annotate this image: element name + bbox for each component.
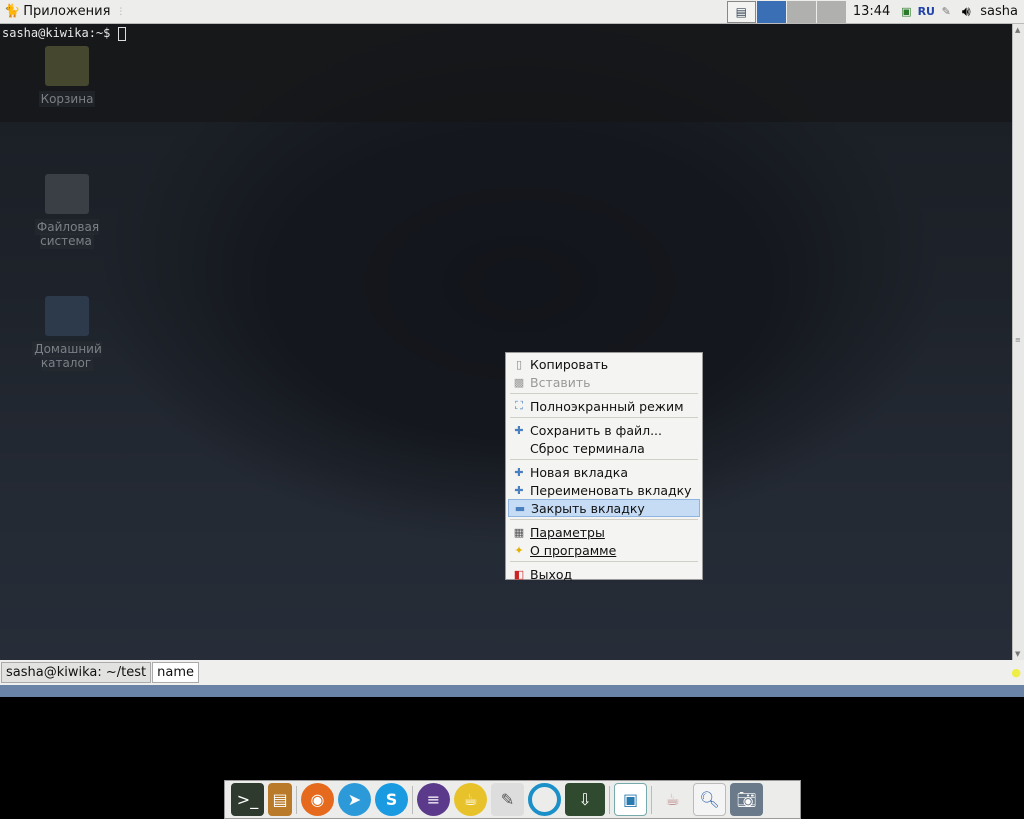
menu-item-fullscreen[interactable]: ⛶ Полноэкранный режим xyxy=(508,397,700,415)
menu-label: Копировать xyxy=(530,356,609,372)
star-icon: ✦ xyxy=(514,543,524,557)
menu-separator xyxy=(510,417,698,418)
terminal-icon[interactable]: >_ xyxy=(231,783,264,816)
terminal-prompt: sasha@kiwika:~$ xyxy=(2,26,118,40)
menu-item-copy[interactable]: ▯ Копировать xyxy=(508,355,700,373)
bulb-icon: ● xyxy=(1011,666,1021,679)
menu-separator xyxy=(510,561,698,562)
scroll-up-icon[interactable]: ▲ xyxy=(1015,26,1020,34)
menu-item-exit[interactable]: ◧ Выход xyxy=(508,565,700,583)
file-cabinet-icon[interactable]: ▤ xyxy=(268,783,292,816)
drive-icon xyxy=(45,174,89,214)
exit-icon: ◧ xyxy=(513,567,525,581)
workspace-2[interactable] xyxy=(756,0,786,23)
teacup-icon[interactable]: ☕ xyxy=(656,783,689,816)
network-icon[interactable]: ✎ xyxy=(936,3,956,21)
plus-icon: ✚ xyxy=(514,423,524,437)
menu-item-new-tab[interactable]: ✚ Новая вкладка xyxy=(508,463,700,481)
desktop-icon-label: Домашний каталог xyxy=(32,341,102,371)
firefox-icon[interactable]: ◉ xyxy=(301,783,334,816)
dock-separator xyxy=(609,785,610,814)
ubuntu-circle-icon[interactable] xyxy=(528,783,561,816)
menu-label: Переименовать вкладку xyxy=(530,482,692,498)
menu-label: О программе xyxy=(530,542,617,558)
eclipse-icon[interactable]: ≡ xyxy=(417,783,450,816)
menu-separator xyxy=(510,393,698,394)
paste-icon: ▩ xyxy=(513,375,525,389)
top-panel: 🐈 Приложения ⋮ ▤ 13:44 ▣ RU ✎ 🔊︎ sasha xyxy=(0,0,1024,24)
document-icon: ▤ xyxy=(735,4,747,19)
desktop-icon-label: Файловая система xyxy=(34,219,100,249)
terminal-cursor xyxy=(117,26,126,41)
workspace-1[interactable]: ▤ xyxy=(726,0,756,23)
home-folder-icon xyxy=(45,296,89,336)
system-tray: ▤ 13:44 ▣ RU ✎ 🔊︎ sasha xyxy=(726,0,1024,24)
menu-item-paste: ▩ Вставить xyxy=(508,373,700,391)
dock: >_ ▤ ◉ ➤ S ≡ ☕ ✎ ⇩ ▣ ☕ 🔍︎ 📷︎ xyxy=(224,780,801,819)
menu-item-save-to-file[interactable]: ✚ Сохранить в файл... xyxy=(508,421,700,439)
menu-label: Закрыть вкладку xyxy=(531,500,645,516)
terminal-line: sasha@kiwika:~$ xyxy=(2,26,1010,41)
menu-label: Выход xyxy=(530,566,573,582)
telegram-icon[interactable]: ➤ xyxy=(338,783,371,816)
keyboard-layout[interactable]: RU xyxy=(916,3,936,21)
trash-icon xyxy=(45,46,89,86)
apps-logo-icon: 🐈 xyxy=(4,4,21,19)
menu-item-about[interactable]: ✦ О программе xyxy=(508,541,700,559)
menu-label: Параметры xyxy=(530,524,605,540)
search-document-icon[interactable]: 🔍︎ xyxy=(693,783,726,816)
menu-label: Новая вкладка xyxy=(530,464,628,480)
volume-icon[interactable]: 🔊︎ xyxy=(956,3,976,21)
menu-item-rename-tab[interactable]: ✚ Переименовать вкладку xyxy=(508,481,700,499)
grip-icon: ⋮ xyxy=(116,6,126,17)
scroll-down-icon[interactable]: ▼ xyxy=(1015,650,1020,658)
fullscreen-icon: ⛶ xyxy=(515,399,523,412)
desktop-icon-label: Корзина xyxy=(38,91,96,107)
plus-icon: ✚ xyxy=(514,465,524,479)
tab-terminal[interactable]: sasha@kiwika: ~/test xyxy=(1,662,152,683)
teapot-icon[interactable]: ☕ xyxy=(454,783,487,816)
text-editor-icon[interactable]: ✎ xyxy=(491,783,524,816)
context-menu: ▯ Копировать ▩ Вставить ⛶ Полноэкранный реж… xyxy=(505,352,703,583)
menu-item-close-tab[interactable]: ▬ Закрыть вкладку xyxy=(508,499,700,517)
menu-separator xyxy=(510,519,698,520)
menu-label: Вставить xyxy=(530,374,591,390)
terminal-download-icon[interactable]: ⇩ xyxy=(565,783,605,816)
libreoffice-draw-icon[interactable]: ▣ xyxy=(614,783,647,816)
dock-separator xyxy=(412,785,413,814)
tab-name[interactable]: name xyxy=(152,662,199,683)
menu-item-preferences[interactable]: ▦ Параметры xyxy=(508,523,700,541)
update-icon[interactable]: ▣ xyxy=(896,3,916,21)
preferences-icon: ▦ xyxy=(513,525,525,539)
menu-label: Сброс терминала xyxy=(530,440,645,456)
workspace-4[interactable] xyxy=(816,0,846,23)
menu-item-reset-terminal[interactable]: Сброс терминала xyxy=(508,439,700,457)
desktop-icon-trash[interactable]: Корзина xyxy=(27,46,107,107)
copy-icon: ▯ xyxy=(515,357,523,371)
menu-separator xyxy=(510,459,698,460)
applications-label: Приложения xyxy=(23,4,111,19)
applications-menu[interactable]: 🐈 Приложения ⋮ xyxy=(0,4,125,19)
screenshot-icon[interactable]: 📷︎ xyxy=(730,783,763,816)
dock-separator xyxy=(651,785,652,814)
desktop-icon-filesystem[interactable]: Файловая система xyxy=(27,174,107,249)
clock[interactable]: 13:44 xyxy=(847,4,896,19)
desktop-icon-home[interactable]: Домашний каталог xyxy=(27,296,107,371)
menu-label: Сохранить в файл... xyxy=(530,422,663,438)
skype-icon[interactable]: S xyxy=(375,783,408,816)
dock-separator xyxy=(296,785,297,814)
plus-icon: ✚ xyxy=(514,483,524,497)
scroll-grip-icon[interactable]: ≡ xyxy=(1015,336,1021,344)
terminal-scrollbar[interactable]: ▲ ≡ ▼ xyxy=(1012,24,1024,660)
user-name[interactable]: sasha xyxy=(976,4,1024,19)
terminal-tab-bar: sasha@kiwika: ~/test name ● xyxy=(0,660,1024,685)
menu-label: Полноэкранный режим xyxy=(530,398,684,414)
blank-icon xyxy=(512,441,526,455)
minus-icon: ▬ xyxy=(514,501,526,515)
workspace-3[interactable] xyxy=(786,0,816,23)
